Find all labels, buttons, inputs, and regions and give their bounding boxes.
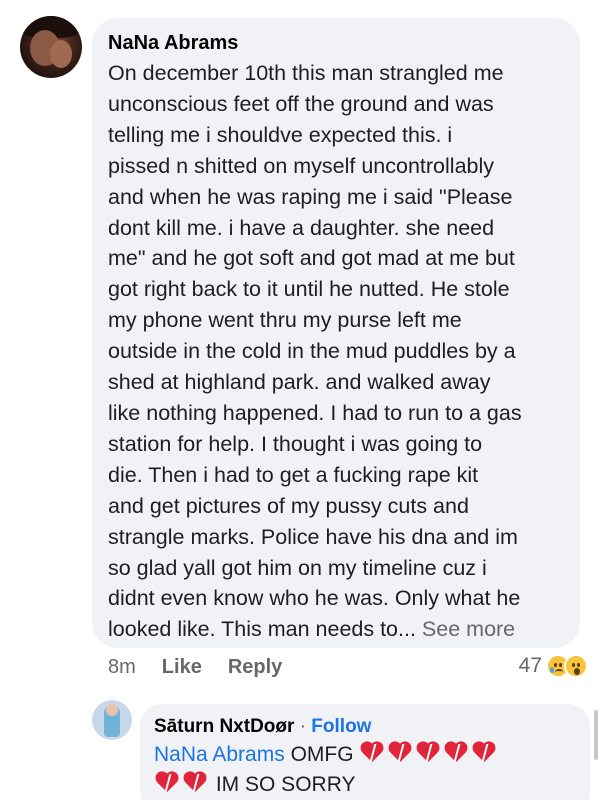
like-button[interactable]: Like (162, 656, 202, 679)
comment-line: station for help. I thought i was going … (108, 431, 483, 456)
reply-text-part2: IM SO SORRY (215, 773, 356, 796)
scrollbar[interactable] (594, 710, 598, 760)
reply-text-part1: OMFG (290, 743, 354, 766)
broken-heart-icon (184, 772, 208, 794)
reply-button[interactable]: Reply (228, 656, 282, 679)
comment-line: outside in the cold in the mud puddles b… (108, 339, 516, 364)
broken-heart-icon (389, 742, 413, 764)
comment-line: unconscious feet off the ground and was (108, 91, 494, 116)
comment-line: and when he was raping me i said "Please (108, 184, 513, 209)
comment-line: shed at highland park. and walked away (108, 370, 491, 395)
commenter-avatar[interactable] (20, 16, 82, 78)
comment-line: telling me i shouldve expected this. i (108, 122, 453, 147)
hearts-group-2 (154, 773, 210, 796)
broken-heart-icon (361, 742, 385, 764)
mention-link[interactable]: NaNa Abrams (154, 743, 285, 766)
comment-line: pissed n shitted on myself uncontrollabl… (108, 153, 495, 178)
comment-line: like nothing happened. I had to run to a… (108, 400, 522, 425)
comment-line: strangle marks. Police have his dna and … (108, 524, 518, 549)
reply-bubble: Sāturn NxtDoør · Follow NaNa Abrams OMFG… (140, 704, 590, 800)
comment-text: On december 10th this man strangled me un… (108, 58, 564, 645)
comment-line: so glad yall got him on my timeline cuz … (108, 555, 487, 580)
comment-line: On december 10th this man strangled me (108, 61, 504, 85)
comment-timestamp[interactable]: 8m (108, 656, 136, 679)
comment-bubble: NaNa Abrams On december 10th this man st… (92, 18, 580, 648)
broken-heart-icon (417, 742, 441, 764)
reply-header: Sāturn NxtDoør · Follow (154, 714, 576, 740)
comment-line: my phone went thru my purse left me (108, 308, 462, 333)
reaction-summary[interactable]: 47 (519, 654, 588, 678)
see-more-link[interactable]: See more (416, 617, 515, 641)
wow-face-icon (564, 654, 588, 678)
comment-thread: NaNa Abrams On december 10th this man st… (0, 0, 600, 800)
broken-heart-icon (473, 742, 497, 764)
broken-heart-icon (445, 742, 469, 764)
comment-line: looked like. This man needs to... See mo… (108, 617, 516, 642)
reaction-count: 47 (518, 654, 542, 677)
reply-author[interactable]: Sāturn NxtDoør (154, 716, 294, 737)
comment-line: die. Then i had to get a fucking rape ki… (108, 462, 479, 487)
broken-heart-icon (156, 772, 180, 794)
comment-line: got right back to it until he nutted. He… (108, 277, 510, 302)
follow-button[interactable]: Follow (311, 716, 371, 737)
hearts-group-1 (359, 743, 499, 766)
comment-line: dont kill me. i have a daughter. she nee… (108, 215, 495, 240)
comment-line: me" and he got soft and got mad at me bu… (108, 246, 515, 271)
separator-dot: · (299, 716, 307, 737)
comment-author[interactable]: NaNa Abrams (108, 30, 564, 56)
reply-text: NaNa Abrams OMFG IM SO SORRY (154, 740, 576, 800)
comment-actions: 8m Like Reply (108, 656, 282, 679)
reply-avatar[interactable] (92, 700, 132, 740)
comment-line: and get pictures of my pussy cuts and (108, 493, 469, 518)
comment-line: didnt even know who he was. Only what he (108, 586, 521, 611)
